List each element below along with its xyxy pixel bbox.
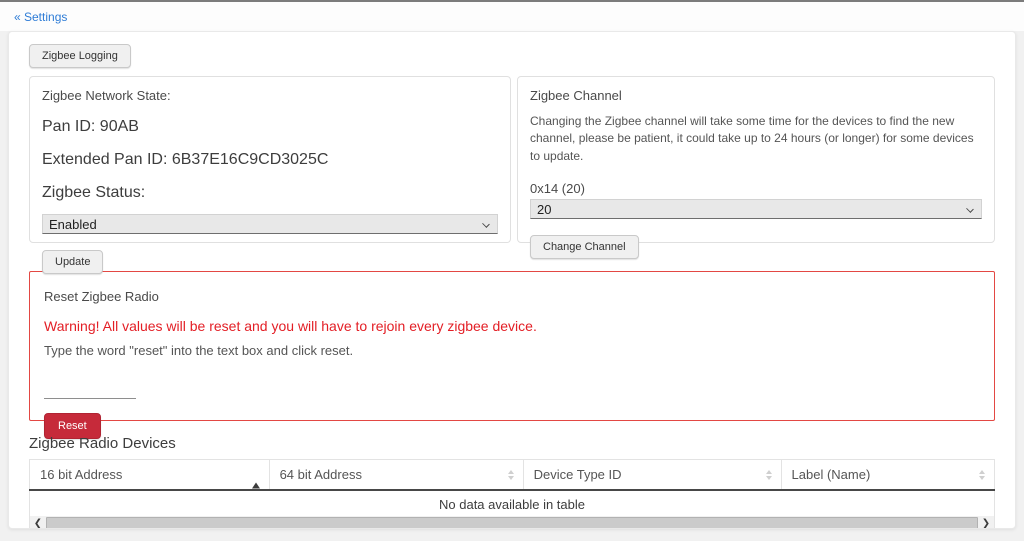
devices-table-body: No data available in table (29, 491, 995, 516)
sort-both-icon (765, 469, 772, 480)
column-header-label-name[interactable]: Label (Name) (780, 460, 995, 489)
channel-description: Changing the Zigbee channel will take so… (530, 114, 974, 163)
sort-both-icon (979, 469, 985, 480)
top-header-band: « Settings (0, 0, 1024, 31)
back-to-settings-link[interactable]: « Settings (14, 10, 67, 24)
scrollbar-thumb[interactable] (46, 517, 978, 528)
reset-warning-text: Warning! All values will be reset and yo… (44, 318, 537, 334)
column-header-64-bit-address[interactable]: 64 bit Address (268, 460, 523, 489)
channel-select[interactable]: 20 (530, 199, 982, 220)
update-button[interactable]: Update (42, 250, 104, 274)
devices-table: 16 bit Address 64 bit Address Device Typ… (29, 459, 995, 528)
column-label: Device Type ID (533, 467, 622, 482)
horizontal-scrollbar[interactable]: ❮ ❯ (29, 516, 995, 528)
channel-selected-value: 20 (537, 201, 552, 217)
network-state-title: Zigbee Network State: (42, 88, 171, 103)
column-header-16-bit-address[interactable]: 16 bit Address (29, 460, 269, 489)
reset-zigbee-radio-panel: Reset Zigbee Radio Warning! All values w… (29, 271, 995, 439)
chevron-down-icon (482, 220, 490, 228)
zigbee-settings-card: Zigbee Logging Zigbee Network State: Pan… (8, 31, 1016, 529)
chevron-down-icon (966, 205, 974, 213)
scroll-left-arrow-icon[interactable]: ❮ (30, 516, 46, 528)
panels-row: Zigbee Network State: Pan ID: 90AB Exten… (29, 76, 995, 274)
zigbee-status-selected-value: Enabled (49, 216, 97, 232)
zigbee-status-select[interactable]: Enabled (42, 214, 498, 234)
reset-instruction-text: Type the word "reset" into the text box … (44, 343, 354, 358)
reset-panel-title: Reset Zigbee Radio (44, 289, 159, 304)
current-channel-label: 0x14 (20) (530, 181, 585, 197)
sort-ascending-icon (251, 467, 260, 488)
reset-confirmation-input[interactable] (44, 379, 136, 399)
pan-id-value: Pan ID: 90AB (42, 118, 139, 135)
zigbee-network-state-panel: Zigbee Network State: Pan ID: 90AB Exten… (29, 76, 511, 274)
change-channel-button[interactable]: Change Channel (530, 235, 639, 260)
zigbee-channel-panel: Zigbee Channel Changing the Zigbee chann… (517, 76, 995, 260)
scroll-right-arrow-icon[interactable]: ❯ (978, 516, 994, 528)
zigbee-radio-devices-heading: Zigbee Radio Devices (29, 435, 176, 452)
column-label: Label (Name) (791, 467, 871, 482)
column-label: 64 bit Address (279, 467, 362, 482)
zigbee-status-label: Zigbee Status: (42, 184, 146, 201)
empty-table-message: No data available in table (439, 497, 585, 512)
zigbee-logging-button[interactable]: Zigbee Logging (29, 44, 131, 68)
column-header-device-type-id[interactable]: Device Type ID (522, 460, 781, 489)
sort-both-icon (507, 469, 514, 480)
zigbee-channel-title: Zigbee Channel (530, 88, 622, 103)
extended-pan-id-value: Extended Pan ID: 6B37E16C9CD3025C (42, 151, 329, 168)
column-label: 16 bit Address (40, 467, 123, 482)
devices-table-header: 16 bit Address 64 bit Address Device Typ… (29, 459, 995, 491)
